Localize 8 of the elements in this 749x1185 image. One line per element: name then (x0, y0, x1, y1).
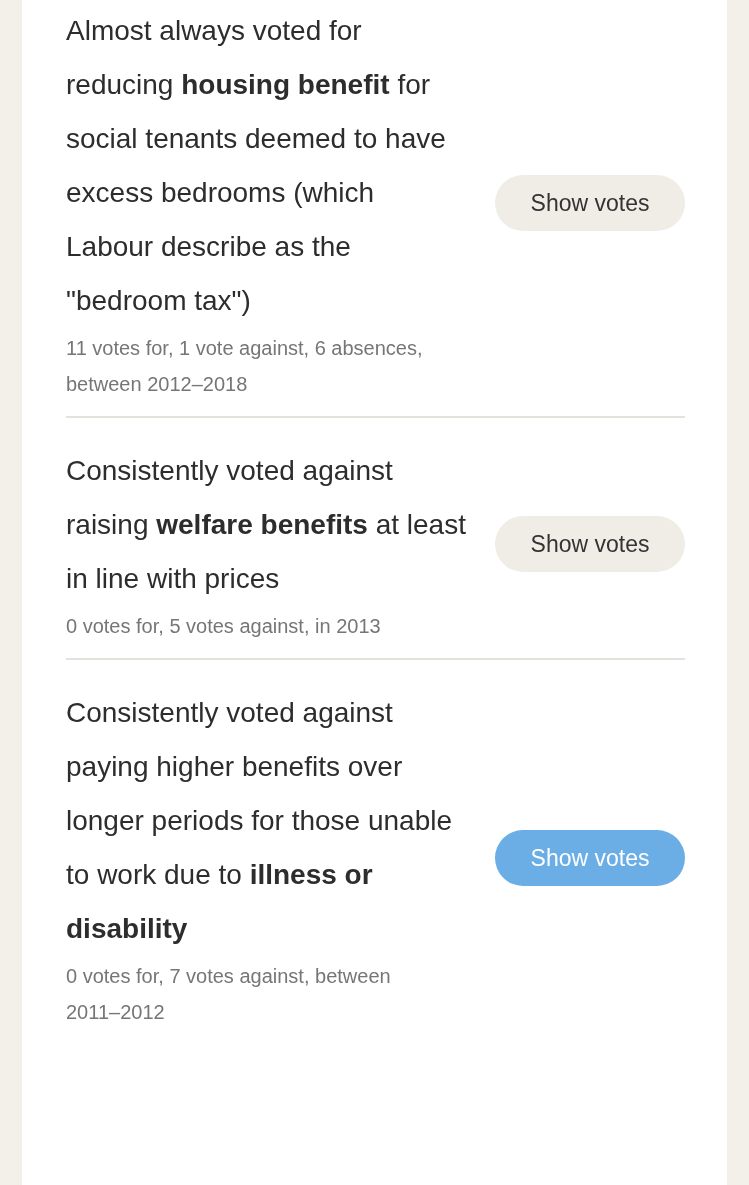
policy-statement: Consistently voted against paying higher benefits over longer periods for those unable to work due to illness or disability (66, 696, 454, 946)
vote-summary: 0 votes for, 7 votes against, between 2011–2012 (66, 964, 392, 1025)
vote-summary: 0 votes for, 5 votes against, in 2013 (66, 614, 382, 639)
policy-statement: Almost always voted for reducing housing benefit for social tenants deemed to have excess bedrooms (which Labour describe as the "bedroom tax") (66, 14, 447, 318)
vote-summary: 11 votes for, 1 vote against, 6 absences, between 2012–2018 (66, 336, 424, 397)
policy-statement: Consistently voted against raising welfare benefits at least in line with prices (66, 454, 466, 596)
show-votes-button[interactable]: Show votes (495, 516, 685, 572)
show-votes-button[interactable]: Show votes (495, 175, 685, 231)
